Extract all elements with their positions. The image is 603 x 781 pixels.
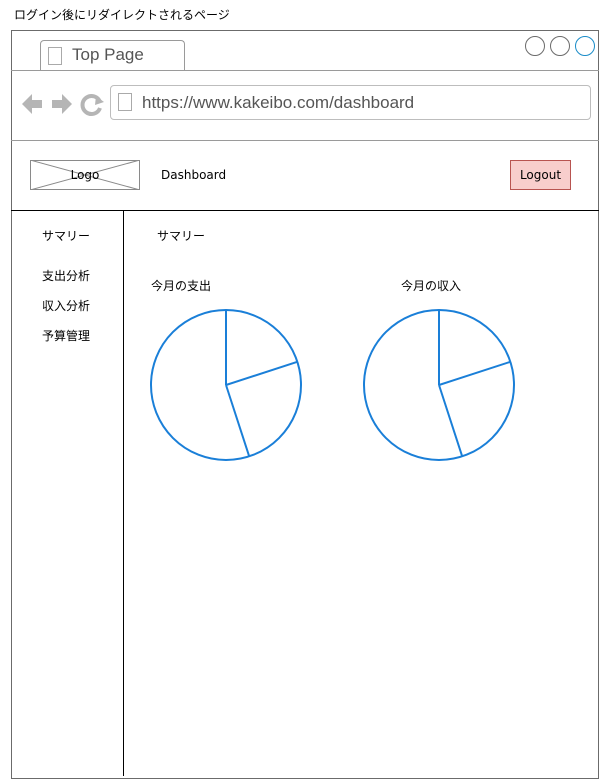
page-icon	[118, 93, 132, 111]
tab-title: Top Page	[72, 45, 144, 64]
forward-arrow-icon[interactable]	[52, 94, 72, 114]
pie-slice-boundary-2	[225, 384, 251, 457]
income-pie-chart	[363, 309, 515, 461]
window-button-2[interactable]	[550, 36, 570, 56]
toolbar-divider	[11, 140, 599, 141]
reload-icon[interactable]	[80, 94, 104, 116]
sidebar-item-summary[interactable]: サマリー	[42, 227, 90, 244]
pie-charts	[150, 309, 515, 461]
nav-dashboard[interactable]: Dashboard	[161, 168, 226, 182]
expense-pie-chart	[150, 309, 302, 461]
back-arrow-icon[interactable]	[22, 94, 42, 114]
window-button-3[interactable]	[575, 36, 595, 56]
sidebar-item-budget[interactable]: 予算管理	[42, 327, 90, 344]
sidebar-item-expense-analysis[interactable]: 支出分析	[42, 267, 90, 284]
logout-button[interactable]: Logout	[510, 160, 571, 190]
pie-slice-boundary-1	[438, 360, 511, 386]
url-text[interactable]: https://www.kakeibo.com/dashboard	[142, 93, 414, 113]
pie-slice-boundary-1	[225, 360, 298, 386]
content-title: サマリー	[157, 229, 206, 243]
expense-chart-title: 今月の支出	[151, 279, 212, 293]
header-divider	[11, 210, 599, 211]
income-chart-title: 今月の収入	[401, 279, 462, 293]
pie-slice-boundary-2	[438, 384, 464, 457]
window-button-1[interactable]	[525, 36, 545, 56]
logo-label: Logo	[70, 168, 100, 182]
nav-controls	[22, 94, 104, 116]
tab-divider	[11, 70, 599, 71]
sidebar-divider	[123, 210, 124, 776]
page-caption: ログイン後にリダイレクトされるページ	[14, 8, 230, 22]
page-icon	[48, 47, 62, 65]
sidebar-item-income-analysis[interactable]: 収入分析	[42, 297, 90, 314]
